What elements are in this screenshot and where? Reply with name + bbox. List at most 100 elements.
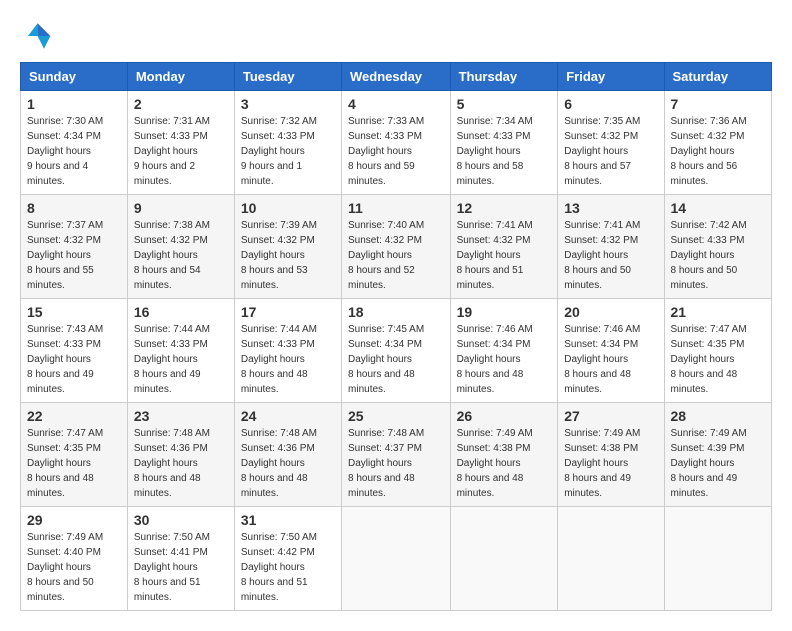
calendar-week-row: 29 Sunrise: 7:49 AMSunset: 4:40 PMDaylig… xyxy=(21,507,772,611)
calendar-cell: 9 Sunrise: 7:38 AMSunset: 4:32 PMDayligh… xyxy=(127,195,234,299)
day-info: Sunrise: 7:31 AMSunset: 4:33 PMDaylight … xyxy=(134,116,210,187)
calendar-week-row: 1 Sunrise: 7:30 AMSunset: 4:34 PMDayligh… xyxy=(21,91,772,195)
day-info: Sunrise: 7:49 AMSunset: 4:38 PMDaylight … xyxy=(457,428,533,499)
calendar-cell: 14 Sunrise: 7:42 AMSunset: 4:33 PMDaylig… xyxy=(664,195,771,299)
day-info: Sunrise: 7:41 AMSunset: 4:32 PMDaylight … xyxy=(457,220,533,291)
day-info: Sunrise: 7:45 AMSunset: 4:34 PMDaylight … xyxy=(348,324,424,395)
day-info: Sunrise: 7:42 AMSunset: 4:33 PMDaylight … xyxy=(671,220,747,291)
day-number: 20 xyxy=(564,304,657,320)
weekday-header: Saturday xyxy=(664,63,771,91)
day-number: 6 xyxy=(564,96,657,112)
day-info: Sunrise: 7:43 AMSunset: 4:33 PMDaylight … xyxy=(27,324,103,395)
day-info: Sunrise: 7:36 AMSunset: 4:32 PMDaylight … xyxy=(671,116,747,187)
calendar-cell xyxy=(342,507,451,611)
calendar-cell: 12 Sunrise: 7:41 AMSunset: 4:32 PMDaylig… xyxy=(450,195,558,299)
day-info: Sunrise: 7:49 AMSunset: 4:40 PMDaylight … xyxy=(27,532,103,603)
calendar-cell: 27 Sunrise: 7:49 AMSunset: 4:38 PMDaylig… xyxy=(558,403,664,507)
day-info: Sunrise: 7:48 AMSunset: 4:36 PMDaylight … xyxy=(241,428,317,499)
day-number: 28 xyxy=(671,408,765,424)
day-info: Sunrise: 7:44 AMSunset: 4:33 PMDaylight … xyxy=(134,324,210,395)
weekday-header: Wednesday xyxy=(342,63,451,91)
calendar-cell: 7 Sunrise: 7:36 AMSunset: 4:32 PMDayligh… xyxy=(664,91,771,195)
calendar-week-row: 22 Sunrise: 7:47 AMSunset: 4:35 PMDaylig… xyxy=(21,403,772,507)
calendar-cell: 30 Sunrise: 7:50 AMSunset: 4:41 PMDaylig… xyxy=(127,507,234,611)
logo-icon xyxy=(20,20,52,52)
day-number: 23 xyxy=(134,408,228,424)
day-info: Sunrise: 7:48 AMSunset: 4:36 PMDaylight … xyxy=(134,428,210,499)
weekday-header: Friday xyxy=(558,63,664,91)
calendar-cell: 11 Sunrise: 7:40 AMSunset: 4:32 PMDaylig… xyxy=(342,195,451,299)
day-number: 27 xyxy=(564,408,657,424)
day-info: Sunrise: 7:50 AMSunset: 4:41 PMDaylight … xyxy=(134,532,210,603)
calendar-cell: 19 Sunrise: 7:46 AMSunset: 4:34 PMDaylig… xyxy=(450,299,558,403)
day-number: 18 xyxy=(348,304,444,320)
calendar-cell xyxy=(450,507,558,611)
calendar-cell: 6 Sunrise: 7:35 AMSunset: 4:32 PMDayligh… xyxy=(558,91,664,195)
calendar-week-row: 15 Sunrise: 7:43 AMSunset: 4:33 PMDaylig… xyxy=(21,299,772,403)
calendar-cell: 22 Sunrise: 7:47 AMSunset: 4:35 PMDaylig… xyxy=(21,403,128,507)
day-number: 29 xyxy=(27,512,121,528)
calendar-cell: 25 Sunrise: 7:48 AMSunset: 4:37 PMDaylig… xyxy=(342,403,451,507)
day-number: 16 xyxy=(134,304,228,320)
day-info: Sunrise: 7:47 AMSunset: 4:35 PMDaylight … xyxy=(27,428,103,499)
weekday-header: Monday xyxy=(127,63,234,91)
day-info: Sunrise: 7:30 AMSunset: 4:34 PMDaylight … xyxy=(27,116,103,187)
day-number: 7 xyxy=(671,96,765,112)
day-info: Sunrise: 7:38 AMSunset: 4:32 PMDaylight … xyxy=(134,220,210,291)
day-info: Sunrise: 7:44 AMSunset: 4:33 PMDaylight … xyxy=(241,324,317,395)
day-info: Sunrise: 7:34 AMSunset: 4:33 PMDaylight … xyxy=(457,116,533,187)
day-number: 19 xyxy=(457,304,552,320)
day-number: 9 xyxy=(134,200,228,216)
day-info: Sunrise: 7:49 AMSunset: 4:39 PMDaylight … xyxy=(671,428,747,499)
page-header xyxy=(20,20,772,52)
day-info: Sunrise: 7:32 AMSunset: 4:33 PMDaylight … xyxy=(241,116,317,187)
calendar-header-row: SundayMondayTuesdayWednesdayThursdayFrid… xyxy=(21,63,772,91)
calendar-cell: 20 Sunrise: 7:46 AMSunset: 4:34 PMDaylig… xyxy=(558,299,664,403)
day-info: Sunrise: 7:46 AMSunset: 4:34 PMDaylight … xyxy=(457,324,533,395)
day-number: 31 xyxy=(241,512,335,528)
day-number: 12 xyxy=(457,200,552,216)
day-number: 21 xyxy=(671,304,765,320)
calendar-cell: 26 Sunrise: 7:49 AMSunset: 4:38 PMDaylig… xyxy=(450,403,558,507)
day-info: Sunrise: 7:41 AMSunset: 4:32 PMDaylight … xyxy=(564,220,640,291)
day-info: Sunrise: 7:40 AMSunset: 4:32 PMDaylight … xyxy=(348,220,424,291)
day-number: 13 xyxy=(564,200,657,216)
day-info: Sunrise: 7:33 AMSunset: 4:33 PMDaylight … xyxy=(348,116,424,187)
calendar-cell: 13 Sunrise: 7:41 AMSunset: 4:32 PMDaylig… xyxy=(558,195,664,299)
day-number: 2 xyxy=(134,96,228,112)
day-info: Sunrise: 7:46 AMSunset: 4:34 PMDaylight … xyxy=(564,324,640,395)
calendar-cell: 5 Sunrise: 7:34 AMSunset: 4:33 PMDayligh… xyxy=(450,91,558,195)
weekday-header: Tuesday xyxy=(234,63,341,91)
calendar-table: SundayMondayTuesdayWednesdayThursdayFrid… xyxy=(20,62,772,611)
weekday-header: Sunday xyxy=(21,63,128,91)
calendar-cell: 1 Sunrise: 7:30 AMSunset: 4:34 PMDayligh… xyxy=(21,91,128,195)
calendar-cell: 23 Sunrise: 7:48 AMSunset: 4:36 PMDaylig… xyxy=(127,403,234,507)
day-info: Sunrise: 7:49 AMSunset: 4:38 PMDaylight … xyxy=(564,428,640,499)
day-number: 3 xyxy=(241,96,335,112)
day-info: Sunrise: 7:37 AMSunset: 4:32 PMDaylight … xyxy=(27,220,103,291)
logo xyxy=(20,20,56,52)
calendar-cell: 24 Sunrise: 7:48 AMSunset: 4:36 PMDaylig… xyxy=(234,403,341,507)
day-number: 26 xyxy=(457,408,552,424)
calendar-cell: 8 Sunrise: 7:37 AMSunset: 4:32 PMDayligh… xyxy=(21,195,128,299)
calendar-cell: 15 Sunrise: 7:43 AMSunset: 4:33 PMDaylig… xyxy=(21,299,128,403)
day-number: 8 xyxy=(27,200,121,216)
calendar-cell: 21 Sunrise: 7:47 AMSunset: 4:35 PMDaylig… xyxy=(664,299,771,403)
day-number: 24 xyxy=(241,408,335,424)
calendar-cell xyxy=(664,507,771,611)
calendar-cell: 28 Sunrise: 7:49 AMSunset: 4:39 PMDaylig… xyxy=(664,403,771,507)
day-number: 11 xyxy=(348,200,444,216)
day-info: Sunrise: 7:47 AMSunset: 4:35 PMDaylight … xyxy=(671,324,747,395)
calendar-cell: 3 Sunrise: 7:32 AMSunset: 4:33 PMDayligh… xyxy=(234,91,341,195)
day-info: Sunrise: 7:35 AMSunset: 4:32 PMDaylight … xyxy=(564,116,640,187)
calendar-cell: 18 Sunrise: 7:45 AMSunset: 4:34 PMDaylig… xyxy=(342,299,451,403)
calendar-cell: 17 Sunrise: 7:44 AMSunset: 4:33 PMDaylig… xyxy=(234,299,341,403)
day-number: 25 xyxy=(348,408,444,424)
calendar-cell: 10 Sunrise: 7:39 AMSunset: 4:32 PMDaylig… xyxy=(234,195,341,299)
calendar-cell: 4 Sunrise: 7:33 AMSunset: 4:33 PMDayligh… xyxy=(342,91,451,195)
day-number: 15 xyxy=(27,304,121,320)
day-number: 17 xyxy=(241,304,335,320)
day-number: 5 xyxy=(457,96,552,112)
day-number: 1 xyxy=(27,96,121,112)
calendar-cell: 31 Sunrise: 7:50 AMSunset: 4:42 PMDaylig… xyxy=(234,507,341,611)
